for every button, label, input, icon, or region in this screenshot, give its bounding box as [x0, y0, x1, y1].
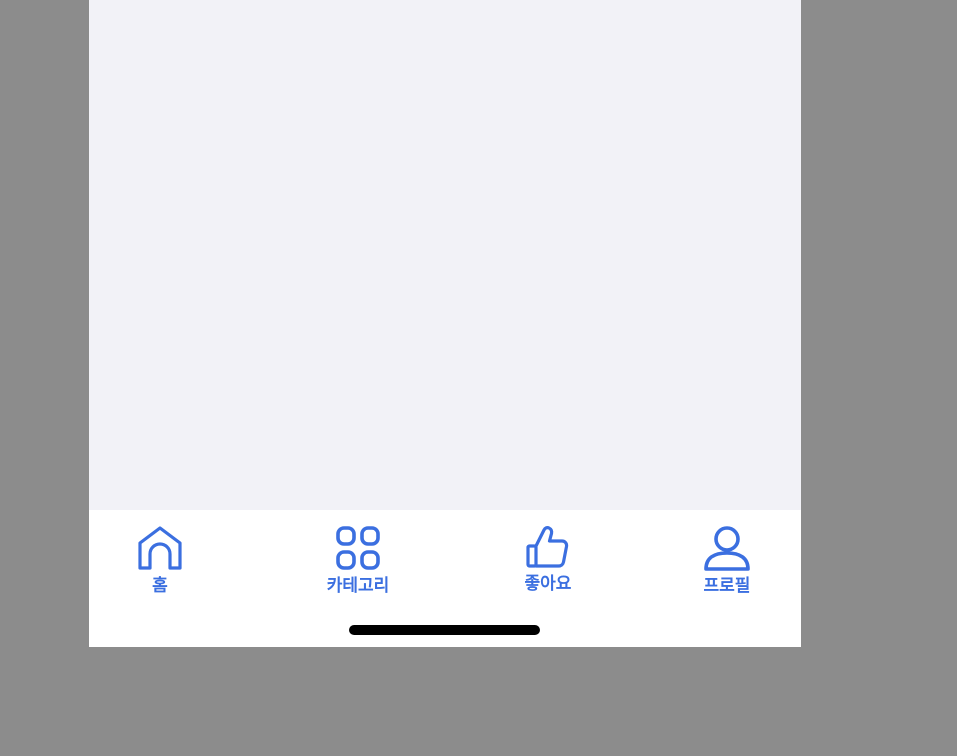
content-area [89, 0, 801, 510]
tab-profile-label: 프로필 [703, 576, 751, 596]
grid-icon [334, 524, 382, 572]
tab-category-label: 카테고리 [326, 576, 390, 596]
home-icon [136, 524, 184, 572]
tab-like[interactable]: 좋아요 [493, 524, 603, 595]
thumbs-up-icon [524, 524, 572, 572]
tab-bar: 홈 카테고리 좋아요 프로필 [89, 510, 801, 647]
tab-home-label: 홈 [152, 576, 168, 596]
tab-category[interactable]: 카테고리 [303, 524, 413, 597]
tab-like-label: 좋아요 [524, 574, 572, 594]
tab-home[interactable]: 홈 [105, 524, 215, 597]
phone-screen: 홈 카테고리 좋아요 프로필 [89, 0, 801, 647]
tab-profile[interactable]: 프로필 [672, 524, 782, 597]
person-icon [703, 524, 751, 572]
home-indicator[interactable] [349, 625, 540, 635]
